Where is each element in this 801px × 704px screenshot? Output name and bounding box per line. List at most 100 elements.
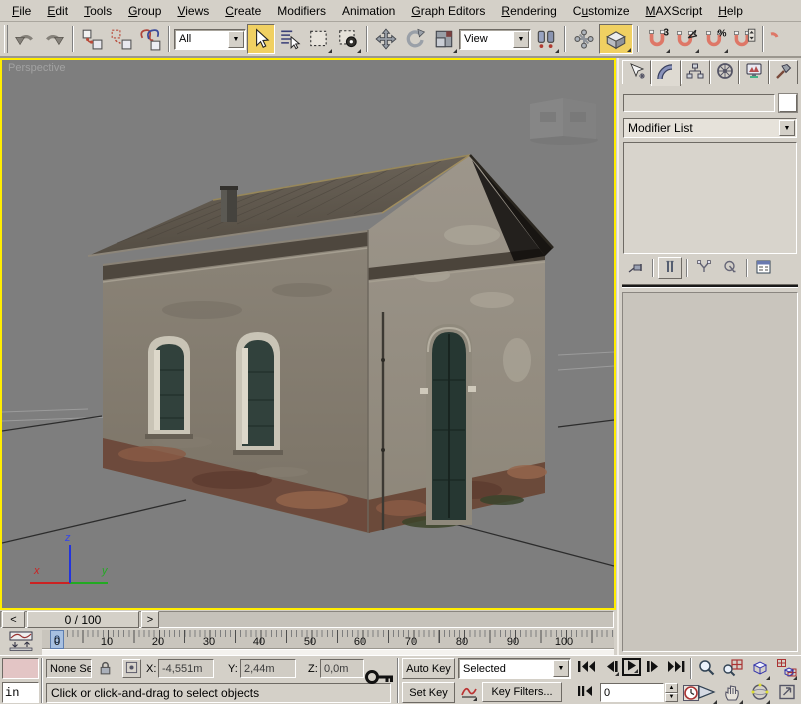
- selection-lock-toggle[interactable]: [98, 661, 113, 679]
- menu-item-graph-editors[interactable]: Graph Editors: [403, 1, 493, 21]
- select-by-name-button[interactable]: [276, 24, 304, 54]
- angle-snap-toggle-button[interactable]: [672, 24, 700, 54]
- spinner-up-icon[interactable]: ▲: [665, 683, 678, 693]
- previous-frame-arrow-button[interactable]: <: [2, 611, 25, 628]
- viewport-label[interactable]: Perspective: [8, 62, 65, 74]
- key-selection-mode-dropdown[interactable]: Selected ▼: [458, 658, 571, 679]
- menu-item-file[interactable]: File: [4, 1, 39, 21]
- unlink-selection-button[interactable]: [107, 24, 135, 54]
- track-bar-ruler[interactable]: 0 0 10 20 30 40 50 60 70 80 90 100: [42, 630, 614, 649]
- y-coordinate-field[interactable]: 2,44m: [240, 659, 296, 678]
- configure-modifier-sets-button[interactable]: [752, 257, 776, 279]
- go-to-end-button[interactable]: [666, 659, 687, 677]
- select-object-button[interactable]: [247, 24, 275, 54]
- use-pivot-point-center-button[interactable]: [532, 24, 560, 54]
- clipped-toolbar-button[interactable]: [768, 24, 780, 54]
- arc-rotate-button[interactable]: [749, 682, 771, 704]
- zoom-extents-all-button[interactable]: [776, 658, 798, 681]
- z-coordinate-field[interactable]: 0,0m: [320, 659, 364, 678]
- selection-filter-dropdown[interactable]: All ▼: [174, 29, 246, 50]
- next-frame-arrow-button[interactable]: >: [141, 611, 159, 628]
- modifier-stack-list[interactable]: [623, 142, 797, 254]
- reference-coordinate-system-dropdown[interactable]: View ▼: [459, 29, 531, 50]
- menu-item-views[interactable]: Views: [169, 1, 217, 21]
- spinner-snap-toggle-button[interactable]: [730, 24, 758, 54]
- tab-motion[interactable]: [710, 60, 739, 84]
- tab-modify[interactable]: [651, 60, 680, 86]
- menu-item-animation[interactable]: Animation: [334, 1, 403, 21]
- previous-frame-button[interactable]: [603, 659, 620, 677]
- panel-divider: [622, 284, 798, 288]
- menu-item-maxscript[interactable]: MAXScript: [638, 1, 711, 21]
- maxscript-mini-listener[interactable]: in: [2, 682, 39, 703]
- absolute-mode-transform-button[interactable]: [122, 659, 141, 678]
- chevron-down-icon[interactable]: ▼: [513, 31, 529, 48]
- side-window-right: [233, 332, 283, 455]
- set-keys-button[interactable]: [364, 666, 396, 695]
- zoom-all-button[interactable]: [722, 658, 744, 681]
- set-key-button[interactable]: Set Key: [402, 682, 455, 703]
- select-and-rotate-button[interactable]: [401, 24, 429, 54]
- main-area: Perspective: [0, 58, 801, 655]
- percent-snap-toggle-button[interactable]: %: [701, 24, 729, 54]
- rectangular-selection-region-button[interactable]: [305, 24, 333, 54]
- modifier-list-label: Modifier List: [624, 121, 778, 135]
- play-animation-button[interactable]: [622, 658, 641, 676]
- field-of-view-button[interactable]: [696, 682, 718, 704]
- frame-spinner[interactable]: ▲ ▼: [665, 683, 678, 702]
- object-color-swatch[interactable]: [779, 94, 797, 112]
- listener-splitter[interactable]: [41, 658, 43, 703]
- show-end-result-button[interactable]: [658, 257, 682, 279]
- select-and-manipulate-button[interactable]: [570, 24, 598, 54]
- zoom-button[interactable]: [696, 658, 718, 681]
- open-mini-curve-editor-button[interactable]: [1, 631, 41, 653]
- default-tangent-button[interactable]: [458, 683, 478, 702]
- undo-button[interactable]: [11, 24, 39, 54]
- redo-button[interactable]: [40, 24, 68, 54]
- keyboard-shortcut-override-button[interactable]: [599, 24, 633, 54]
- key-mode-toggle-button[interactable]: [576, 684, 595, 701]
- menu-item-edit[interactable]: Edit: [39, 1, 76, 21]
- snaps-toggle-button[interactable]: 3: [643, 24, 671, 54]
- command-panel-tabs: [622, 60, 798, 86]
- tab-utilities[interactable]: [769, 60, 798, 84]
- zoom-extents-button[interactable]: [749, 658, 771, 681]
- window-crossing-toggle-button[interactable]: [334, 24, 362, 54]
- remove-modifier-button[interactable]: [718, 257, 742, 279]
- pin-stack-button[interactable]: [624, 257, 648, 279]
- tab-create[interactable]: [622, 60, 651, 84]
- tab-hierarchy[interactable]: [681, 60, 710, 84]
- menu-item-create[interactable]: Create: [217, 1, 269, 21]
- modifier-list-dropdown[interactable]: Modifier List ▼: [623, 118, 797, 138]
- current-frame-field[interactable]: 0: [600, 683, 664, 702]
- macro-recorder-pane[interactable]: [2, 658, 39, 679]
- select-and-move-button[interactable]: [372, 24, 400, 54]
- chevron-down-icon[interactable]: ▼: [553, 660, 569, 677]
- go-to-start-button[interactable]: [576, 659, 597, 677]
- menu-item-modifiers[interactable]: Modifiers: [269, 1, 334, 21]
- menu-item-tools[interactable]: Tools: [76, 1, 120, 21]
- menu-item-customize[interactable]: Customize: [565, 1, 638, 21]
- menu-item-rendering[interactable]: Rendering: [493, 1, 564, 21]
- rollout-area[interactable]: [622, 292, 798, 652]
- x-coordinate-field[interactable]: -4,551m: [158, 659, 214, 678]
- pan-view-button[interactable]: [722, 682, 744, 704]
- tab-display[interactable]: [739, 60, 768, 84]
- perspective-viewport[interactable]: Perspective: [0, 58, 616, 610]
- select-and-link-button[interactable]: [78, 24, 106, 54]
- menu-item-group[interactable]: Group: [120, 1, 169, 21]
- chevron-down-icon[interactable]: ▼: [779, 120, 795, 136]
- select-and-scale-button[interactable]: [430, 24, 458, 54]
- object-name-field[interactable]: [623, 94, 775, 112]
- maximize-viewport-toggle-button[interactable]: [776, 682, 798, 704]
- key-filters-button[interactable]: Key Filters...: [482, 682, 562, 702]
- chevron-down-icon[interactable]: ▼: [228, 31, 244, 48]
- bind-to-space-warp-button[interactable]: [136, 24, 164, 54]
- toolbar-grip[interactable]: [4, 25, 8, 53]
- next-frame-button[interactable]: [645, 659, 662, 677]
- make-unique-button[interactable]: [692, 257, 716, 279]
- auto-key-button[interactable]: Auto Key: [402, 658, 455, 679]
- menu-item-help[interactable]: Help: [710, 1, 751, 21]
- spinner-down-icon[interactable]: ▼: [665, 693, 678, 703]
- time-slider-handle[interactable]: 0 / 100: [27, 611, 139, 628]
